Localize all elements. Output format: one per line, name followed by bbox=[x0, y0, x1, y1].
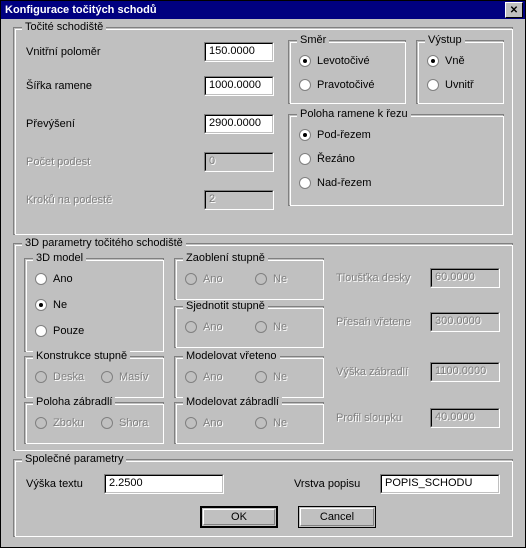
group-model-rail: Modelovat zábradlí Ano Ne bbox=[174, 402, 324, 444]
radio-inside[interactable]: Uvnitř bbox=[427, 79, 474, 91]
radio-below-cut[interactable]: Pod-řezem bbox=[299, 129, 371, 141]
radio-outside[interactable]: Vně bbox=[427, 55, 465, 67]
label-layer: Vrstva popisu bbox=[294, 478, 360, 490]
input-steps-per-landing: 2 bbox=[204, 190, 274, 210]
group-title: Poloha zábradlí bbox=[33, 396, 115, 408]
group-title: Modelovat vřeteno bbox=[183, 350, 280, 362]
radio-unify-yes: Ano bbox=[185, 321, 223, 333]
group-direction: Směr Levotočivé Pravotočivé bbox=[288, 40, 406, 104]
radio-above-cut[interactable]: Nad-řezem bbox=[299, 177, 371, 189]
window-title: Konfigurace točitých schodů bbox=[5, 4, 505, 16]
group-title: 3D parametry točitého schodiště bbox=[22, 237, 186, 249]
input-layer[interactable]: POPIS_SCHODU bbox=[380, 474, 500, 494]
radio-rail-side: Zboku bbox=[35, 417, 84, 429]
group-unify-steps: Sjednotit stupně Ano Ne bbox=[174, 306, 324, 348]
radio-unify-no: Ne bbox=[255, 321, 287, 333]
input-rise[interactable]: 2900.0000 bbox=[204, 114, 274, 134]
label-text-height: Výška textu bbox=[26, 478, 83, 490]
radio-rail-top: Shora bbox=[101, 417, 148, 429]
group-title: Modelovat zábradlí bbox=[183, 396, 282, 408]
radio-model-yes[interactable]: Ano bbox=[35, 273, 73, 285]
title-bar: Konfigurace točitých schodů ✕ bbox=[1, 1, 525, 19]
radio-spindle-no: Ne bbox=[255, 371, 287, 383]
input-slab-thickness: 60.0000 bbox=[430, 268, 500, 288]
label-steps-per-landing: Kroků na podestě bbox=[26, 194, 112, 206]
group-model-spindle: Modelovat vřeteno Ano Ne bbox=[174, 356, 324, 398]
group-title: Poloha ramene k řezu bbox=[297, 108, 411, 120]
label-slab-thickness: Tloušťka desky bbox=[336, 272, 410, 284]
label-inner-radius: Vnitřní poloměr bbox=[26, 46, 101, 58]
group-title: Sjednotit stupně bbox=[183, 300, 268, 312]
radio-model-only[interactable]: Pouze bbox=[35, 325, 84, 337]
radio-left[interactable]: Levotočivé bbox=[299, 55, 370, 67]
group-round-step: Zaoblení stupně Ano Ne bbox=[174, 258, 324, 300]
input-inner-radius[interactable]: 150.0000 bbox=[204, 42, 274, 62]
radio-through-cut[interactable]: Řezáno bbox=[299, 153, 355, 165]
dialog-window: Konfigurace točitých schodů ✕ Točité sch… bbox=[0, 0, 526, 548]
radio-round-yes: Ano bbox=[185, 273, 223, 285]
ok-button[interactable]: OK bbox=[200, 506, 278, 528]
group-title: Točité schodiště bbox=[22, 21, 106, 33]
radio-round-no: Ne bbox=[255, 273, 287, 285]
group-common: Společné parametry Výška textu 2.2500 Vr… bbox=[13, 459, 513, 537]
label-spindle-overhang: Přesah vřetene bbox=[336, 316, 411, 328]
cancel-button[interactable]: Cancel bbox=[298, 506, 376, 528]
radio-con-slab: Deska bbox=[35, 371, 84, 383]
group-title: Konstrukce stupně bbox=[33, 350, 130, 362]
group-title: Výstup bbox=[425, 34, 465, 46]
group-cut-position: Poloha ramene k řezu Pod-řezem Řezáno Na… bbox=[288, 114, 504, 206]
input-post-profile: 40.0000 bbox=[430, 408, 500, 428]
input-spindle-overhang: 300.0000 bbox=[430, 312, 500, 332]
group-3d-params: 3D parametry točitého schodiště 3D model… bbox=[13, 243, 513, 451]
radio-model-no[interactable]: Ne bbox=[35, 299, 67, 311]
label-rail-height: Výška zábradlí bbox=[336, 366, 408, 378]
group-step-construction: Konstrukce stupně Deska Masív bbox=[24, 356, 164, 398]
radio-right[interactable]: Pravotočivé bbox=[299, 79, 374, 91]
group-title: Společné parametry bbox=[22, 453, 126, 465]
group-spiral-staircase: Točité schodiště Vnitřní poloměr 150.000… bbox=[13, 27, 513, 235]
group-title: Zaoblení stupně bbox=[183, 252, 268, 264]
close-button[interactable]: ✕ bbox=[505, 2, 523, 18]
label-rise: Převýšení bbox=[26, 118, 75, 130]
input-rail-height: 1100.0000 bbox=[430, 362, 500, 382]
input-landings: 0 bbox=[204, 152, 274, 172]
radio-modelrail-no: Ne bbox=[255, 417, 287, 429]
group-title: Směr bbox=[297, 34, 329, 46]
radio-con-solid: Masív bbox=[101, 371, 148, 383]
group-3d-model: 3D model Ano Ne Pouze bbox=[24, 258, 164, 352]
group-title: 3D model bbox=[33, 252, 86, 264]
radio-spindle-yes: Ano bbox=[185, 371, 223, 383]
input-arm-width[interactable]: 1000.0000 bbox=[204, 76, 274, 96]
label-landings: Počet podest bbox=[26, 156, 90, 168]
group-exit: Výstup Vně Uvnitř bbox=[416, 40, 504, 104]
group-rail-position: Poloha zábradlí Zboku Shora bbox=[24, 402, 164, 444]
input-text-height[interactable]: 2.2500 bbox=[104, 474, 224, 494]
label-arm-width: Šířka ramene bbox=[26, 80, 92, 92]
radio-modelrail-yes: Ano bbox=[185, 417, 223, 429]
label-post-profile: Profil sloupku bbox=[336, 412, 402, 424]
